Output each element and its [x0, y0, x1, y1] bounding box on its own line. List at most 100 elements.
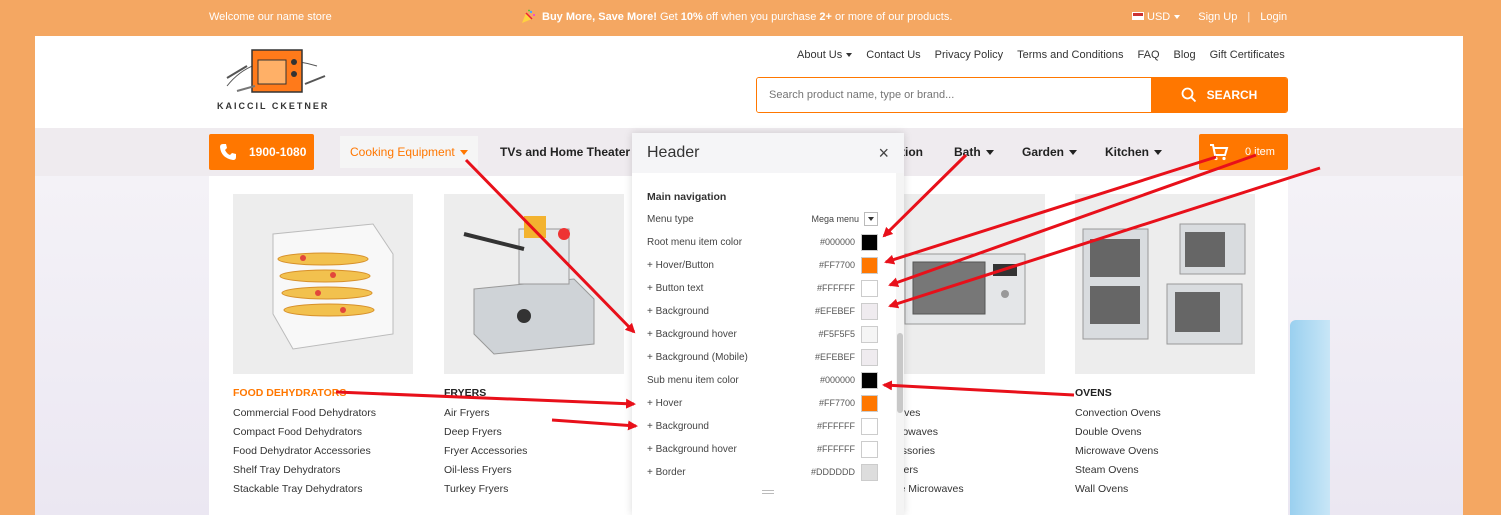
product-image-fryer[interactable]: [444, 194, 624, 374]
chevron-down-icon[interactable]: [864, 212, 878, 226]
product-image-ovens[interactable]: [1075, 194, 1255, 374]
currency-label: USD: [1147, 11, 1171, 23]
privacy-policy-link[interactable]: Privacy Policy: [935, 49, 1003, 61]
category-link[interactable]: Commercial Food Dehydrators: [233, 404, 413, 423]
search-icon: [1181, 87, 1196, 103]
nav-item-partial[interactable]: tion: [901, 145, 923, 159]
category-link[interactable]: Fryer Accessories: [444, 442, 624, 461]
setting-label: + Background (Mobile): [647, 351, 748, 363]
search-bar: SEARCH: [756, 77, 1288, 113]
search-input[interactable]: [757, 78, 1151, 112]
category-link[interactable]: Deep Fryers: [444, 423, 624, 442]
category-link[interactable]: Oil-less Fryers: [444, 461, 624, 480]
nav-item-garden[interactable]: Garden: [1022, 145, 1078, 159]
setting-label: Menu type: [647, 213, 694, 225]
menu-type-select-value[interactable]: Mega menu: [811, 214, 859, 224]
close-icon[interactable]: ×: [878, 143, 889, 164]
color-hex-value: #FF7700: [818, 260, 855, 270]
faq-link[interactable]: FAQ: [1138, 49, 1160, 61]
header-links: About Us Contact Us Privacy Policy Terms…: [797, 49, 1285, 61]
promo-mid: off when you purchase: [705, 11, 817, 23]
account-links: USD Sign Up | Login: [1132, 11, 1287, 23]
blog-link[interactable]: Blog: [1174, 49, 1196, 61]
color-hex-value: #F5F5F5: [818, 329, 855, 339]
separator: |: [1247, 11, 1251, 23]
cart-icon: [1210, 144, 1229, 161]
color-swatch[interactable]: [861, 302, 878, 320]
color-swatch[interactable]: [861, 348, 878, 366]
ovens-image: [1075, 194, 1255, 374]
category-link[interactable]: Food Dehydrator Accessories: [233, 442, 413, 461]
scrollbar-thumb[interactable]: [897, 333, 903, 413]
about-us-label: About Us: [797, 49, 843, 61]
color-swatch[interactable]: [861, 233, 878, 251]
contact-us-link[interactable]: Contact Us: [866, 49, 920, 61]
about-us-link[interactable]: About Us: [797, 49, 853, 61]
nav-item-bath[interactable]: Bath: [954, 145, 994, 159]
category-heading[interactable]: OVENS: [1075, 387, 1255, 399]
search-button[interactable]: SEARCH: [1151, 78, 1287, 112]
color-swatch[interactable]: [861, 417, 878, 435]
product-image-dehydrator[interactable]: [233, 194, 413, 374]
setting-label: Sub menu item color: [647, 374, 739, 386]
category-link[interactable]: Compact Food Dehydrators: [233, 423, 413, 442]
category-link[interactable]: Convection Ovens: [1075, 404, 1255, 423]
gift-certificates-link[interactable]: Gift Certificates: [1210, 49, 1285, 61]
menu-type-row: Menu type Mega menu: [647, 210, 878, 228]
nav-label: Bath: [954, 145, 981, 159]
color-swatch[interactable]: [861, 256, 878, 274]
color-hex-value: #000000: [819, 375, 855, 385]
color-hex-value: #FFFFFF: [817, 444, 855, 454]
nav-label: tion: [901, 145, 923, 159]
promo-pre: Get: [659, 11, 678, 23]
dehydrator-image: [233, 194, 413, 374]
currency-selector[interactable]: USD: [1132, 11, 1181, 23]
color-swatch[interactable]: [861, 371, 878, 389]
category-link[interactable]: Steam Ovens: [1075, 461, 1255, 480]
color-swatch[interactable]: [861, 394, 878, 412]
color-swatch[interactable]: [861, 440, 878, 458]
setting-row: + Background hover #F5F5F5: [647, 325, 878, 343]
nav-item-kitchen[interactable]: Kitchen: [1105, 145, 1163, 159]
resize-grip-icon[interactable]: [762, 490, 774, 494]
color-swatch[interactable]: [861, 279, 878, 297]
welcome-text: Welcome our name store: [209, 11, 332, 23]
nav-item-cooking-equipment[interactable]: Cooking Equipment: [340, 136, 478, 168]
terms-link[interactable]: Terms and Conditions: [1017, 49, 1123, 61]
setting-label: + Background: [647, 420, 709, 432]
category-heading[interactable]: FOOD DEHYDRATORS: [233, 387, 413, 399]
setting-label: + Background: [647, 305, 709, 317]
setting-label: + Hover/Button: [647, 259, 714, 271]
phone-button[interactable]: 1900-1080: [209, 134, 314, 170]
color-swatch[interactable]: [861, 463, 878, 481]
promo-qty: 2+: [819, 11, 832, 23]
setting-label: + Border: [647, 466, 686, 478]
category-link[interactable]: Wall Ovens: [1075, 480, 1255, 499]
color-swatch[interactable]: [861, 325, 878, 343]
setting-row: + Background (Mobile) #EFEBEF: [647, 348, 878, 366]
login-link[interactable]: Login: [1260, 11, 1287, 23]
signup-link[interactable]: Sign Up: [1198, 11, 1237, 23]
category-link[interactable]: Shelf Tray Dehydrators: [233, 461, 413, 480]
category-link[interactable]: Turkey Fryers: [444, 480, 624, 499]
chevron-down-icon: [985, 150, 994, 156]
cart-button[interactable]: 0 item: [1199, 134, 1288, 170]
category-link[interactable]: Microwave Ovens: [1075, 442, 1255, 461]
color-hex-value: #FF7700: [818, 398, 855, 408]
phone-icon: [220, 144, 236, 160]
panel-body: Main navigation Menu type Mega menu Root…: [632, 173, 896, 515]
category-heading[interactable]: FRYERS: [444, 387, 624, 399]
category-link[interactable]: Double Ovens: [1075, 423, 1255, 442]
header-settings-panel: Header × Main navigation Menu type Mega …: [632, 133, 904, 515]
category-link[interactable]: Stackable Tray Dehydrators: [233, 480, 413, 499]
setting-label: + Button text: [647, 282, 704, 294]
chevron-down-icon: [1174, 15, 1181, 20]
nav-item-tvs[interactable]: TVs and Home Theater: [500, 145, 630, 159]
setting-row: Root menu item color #000000: [647, 233, 878, 251]
panel-scrollbar[interactable]: [896, 173, 904, 515]
promo-post: or more of our products.: [835, 11, 953, 23]
setting-row: + Background hover #FFFFFF: [647, 440, 878, 458]
category-link[interactable]: Air Fryers: [444, 404, 624, 423]
setting-row: + Background #EFEBEF: [647, 302, 878, 320]
setting-row: Sub menu item color #000000: [647, 371, 878, 389]
